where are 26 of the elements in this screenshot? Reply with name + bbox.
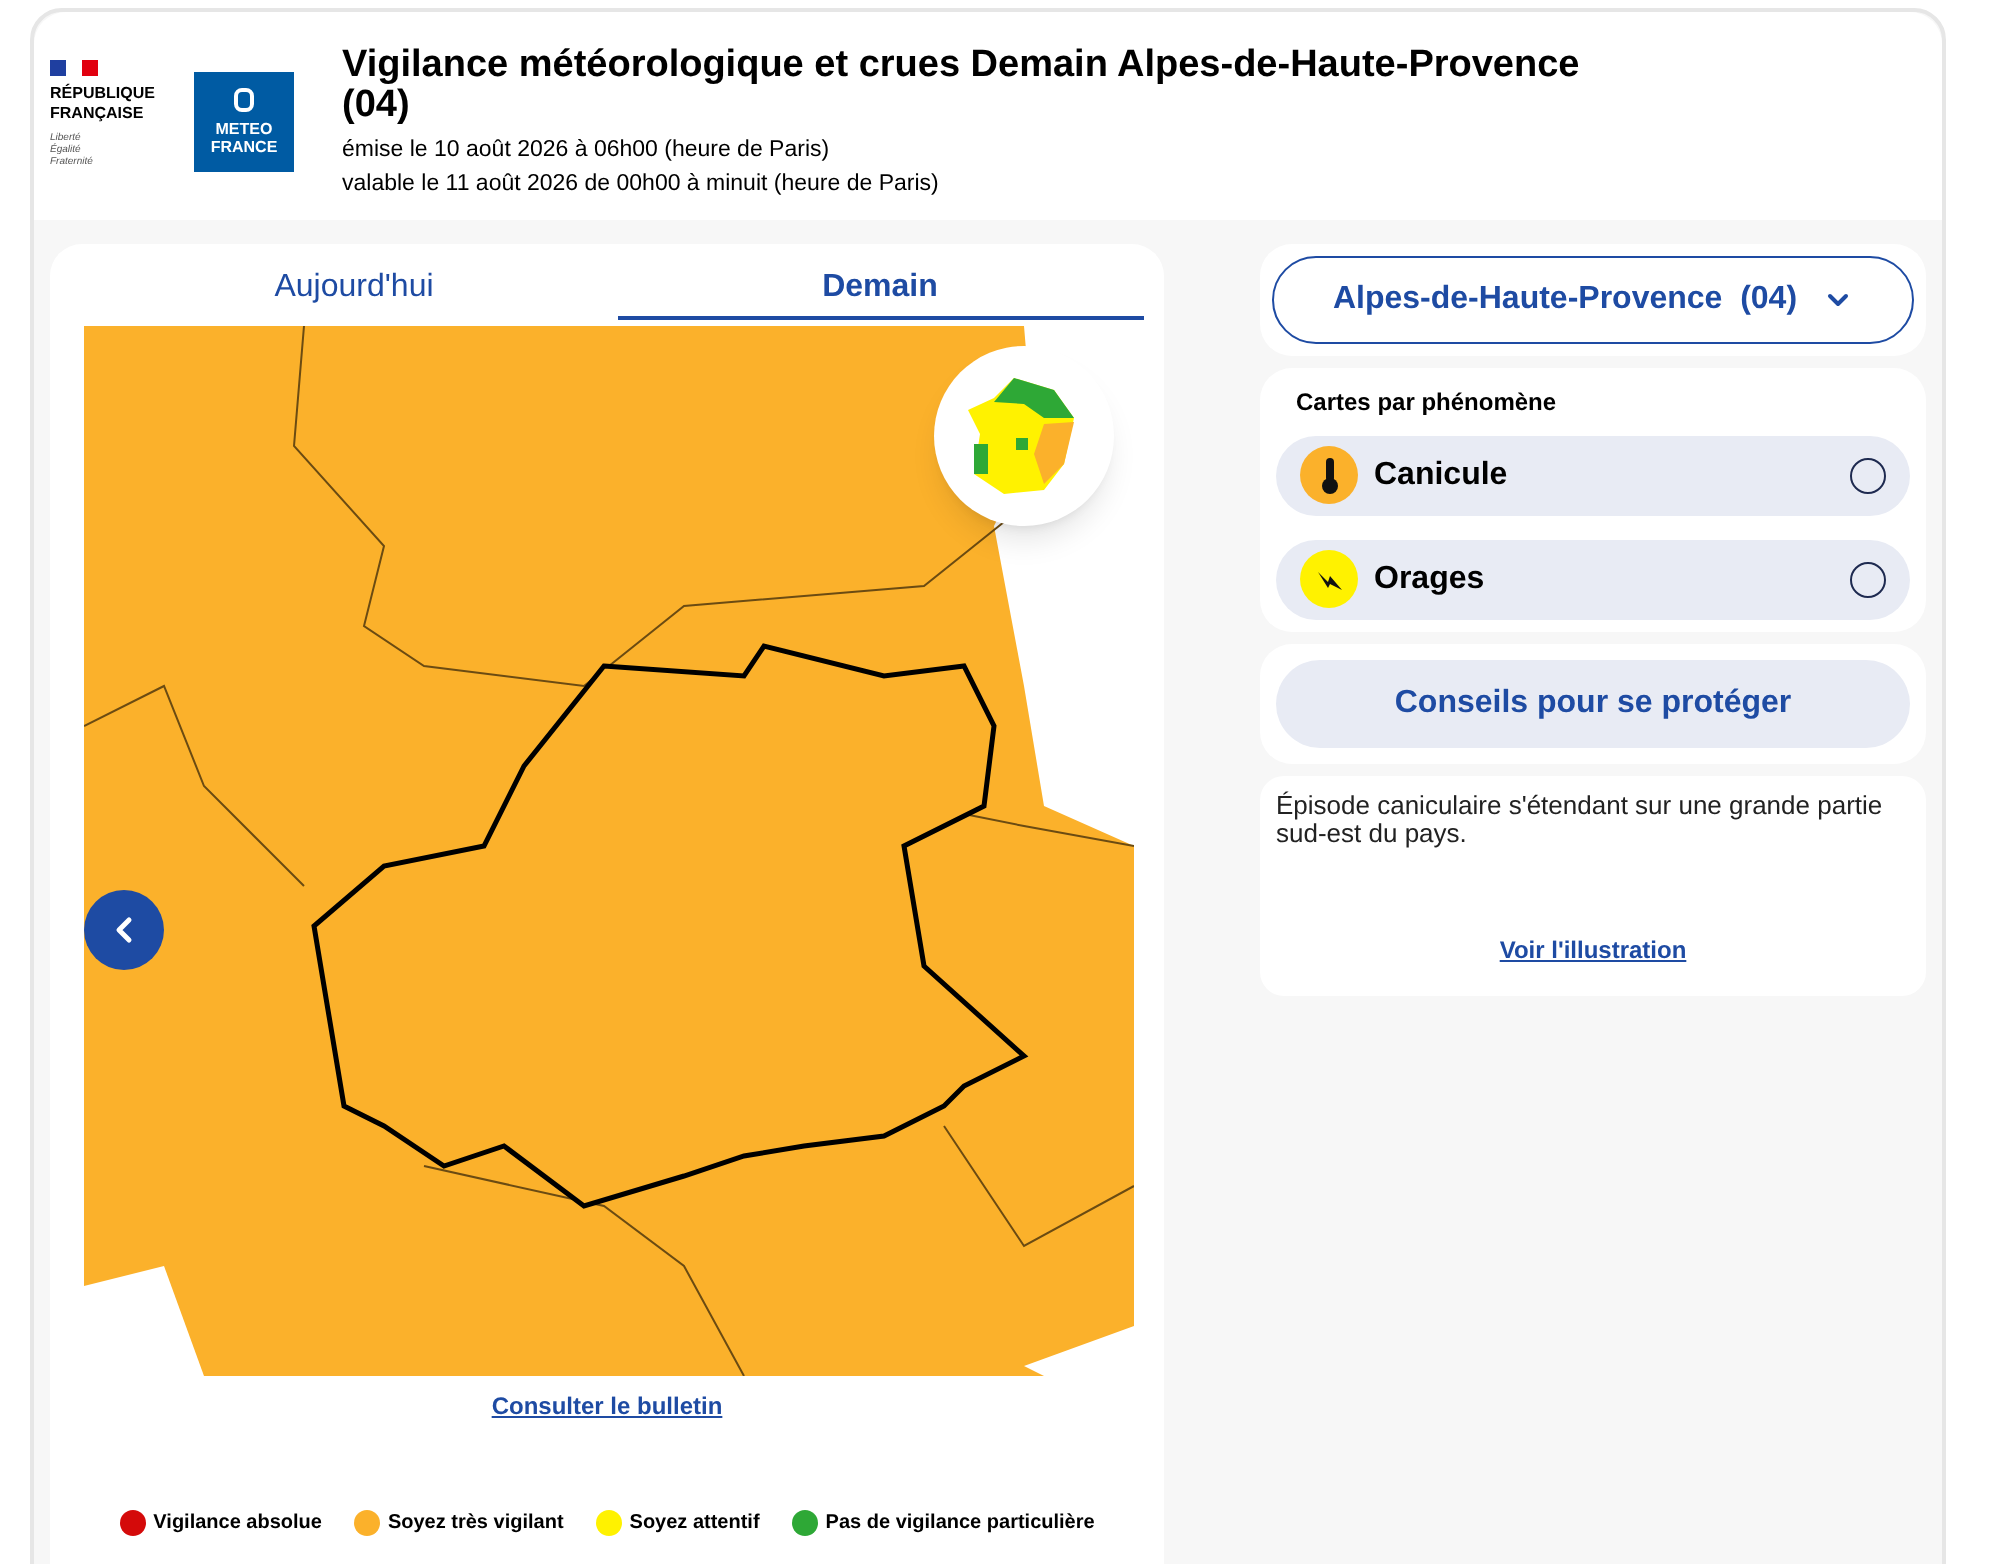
illustration-link[interactable]: Voir l'illustration	[1499, 931, 1687, 967]
logo-emblem-icon	[234, 88, 254, 112]
phenomenon-label: Orages	[1374, 559, 1487, 599]
description-text: Épisode caniculaire s'étendant sur une grande partie sud-est du pays.	[1276, 791, 1885, 847]
department-select[interactable]: Alpes-de-Haute-Provence (04)	[1272, 255, 1914, 343]
legend-label: Soyez attentif	[629, 1509, 760, 1537]
page-title: Vigilance météorologique et crues Demain Alpes-de-Haute-Provence (04)	[342, 46, 1582, 126]
section-title: Cartes par phénomène	[1296, 385, 1559, 419]
logo-title: RÉPUBLIQUE FRANÇAISE	[50, 84, 157, 124]
day-tab[interactable]: Aujourd'hui	[91, 259, 617, 319]
thermometer-icon	[1317, 455, 1341, 495]
bulletin-link[interactable]: Consulter le bulletin	[491, 1387, 723, 1423]
issued-date: émise le 10 août 2026 à 06h00 (heure de Paris)	[342, 136, 832, 166]
radio-button[interactable]	[1850, 457, 1886, 493]
legend-label: Pas de vigilance particulière	[825, 1509, 1095, 1537]
logo-text: METEO FRANCE	[210, 120, 278, 156]
validity-date: valable le 11 août 2026 de 00h00 à minuit (heure de Paris)	[342, 170, 941, 201]
legend-label: Vigilance absolue	[153, 1509, 322, 1537]
phenomenon-option[interactable]: Orages	[1276, 539, 1910, 619]
phenomenon-label: Canicule	[1374, 455, 1510, 495]
radio-button[interactable]	[1850, 561, 1886, 597]
legend-label: Soyez très vigilant	[387, 1509, 564, 1537]
flag-icon	[50, 60, 98, 76]
phenomenon-option[interactable]: Canicule	[1276, 435, 1910, 515]
advice-button[interactable]: Conseils pour se protéger	[1276, 659, 1910, 747]
day-tab[interactable]: Demain	[617, 259, 1143, 319]
